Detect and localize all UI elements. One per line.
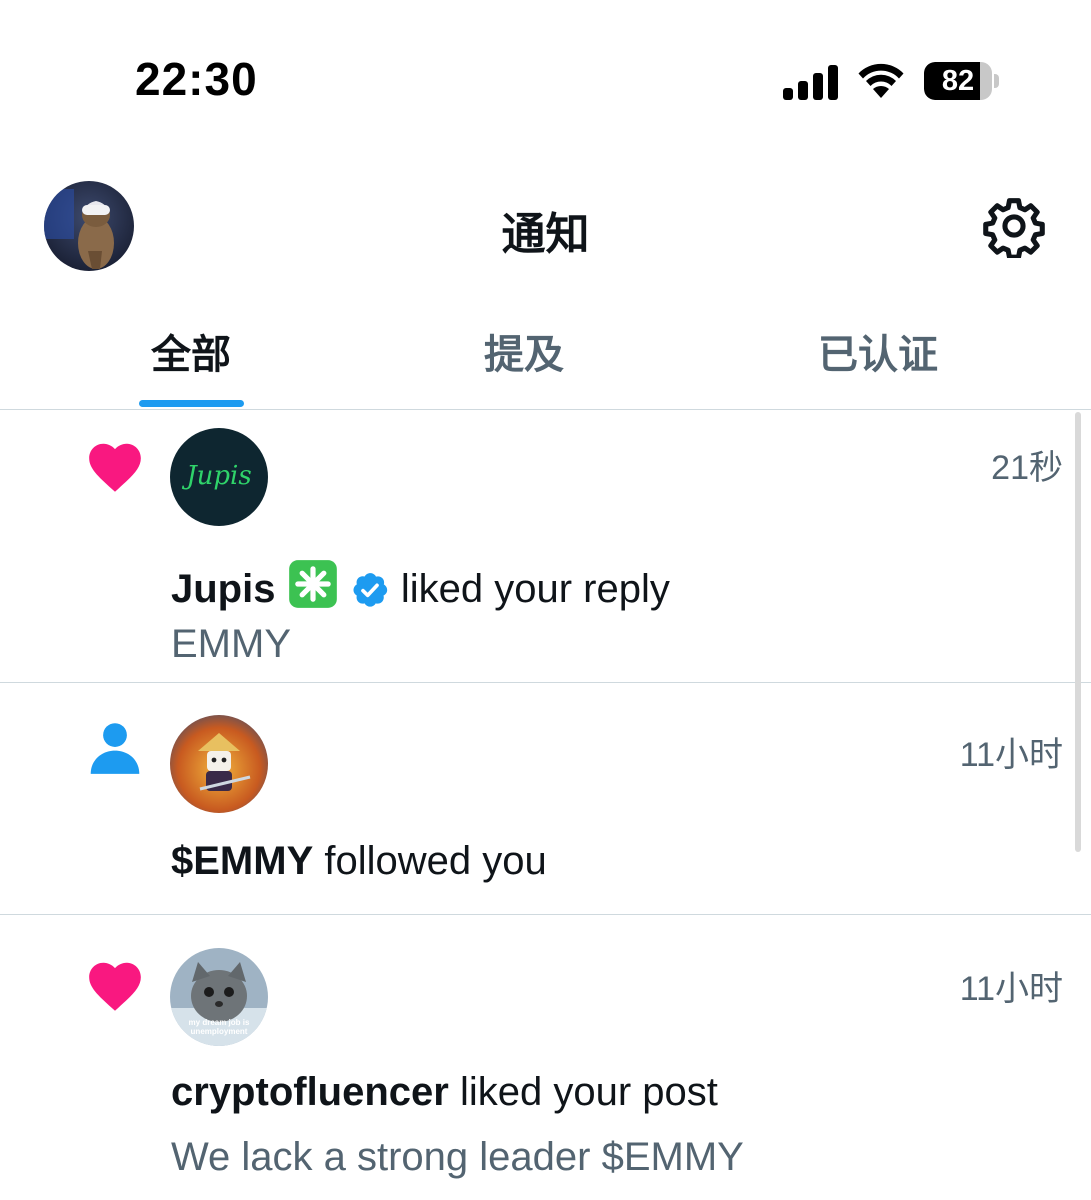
timestamp: 11小时 (959, 736, 1063, 774)
status-bar: 22:30 82 (0, 0, 1091, 150)
avatar[interactable]: Jupis (170, 428, 268, 526)
action-text: followed you (324, 839, 547, 883)
timestamp: 11小时 (959, 970, 1063, 1008)
verified-icon (350, 570, 390, 620)
battery-level: 82 (941, 65, 975, 97)
timestamp: 21秒 (991, 449, 1063, 487)
status-time: 22:30 (135, 53, 258, 105)
signal-icon (783, 65, 838, 100)
heart-icon (89, 962, 141, 1011)
person-icon (90, 723, 140, 774)
tab-mentions[interactable]: 提及 (484, 322, 564, 380)
notification-text: Jupis liked your reply (171, 558, 670, 620)
action-text: liked your reply (400, 567, 670, 611)
header: 通知 (0, 150, 1091, 300)
notification-text: $EMMY followed you (171, 839, 547, 884)
notification-text: cryptofluencer liked your post (171, 1070, 718, 1115)
battery-icon: 82 (924, 62, 1000, 100)
user-name[interactable]: $EMMY (171, 839, 313, 883)
user-name[interactable]: Jupis (171, 567, 275, 611)
avatar-logo-text: Jupis (181, 461, 251, 491)
notification-item[interactable]: Jupis 21秒 Jupis liked your reply EMMY (0, 410, 1091, 683)
gear-icon[interactable] (982, 194, 1046, 258)
tab-bar: 全部 提及 已认证 (0, 300, 1091, 410)
user-name[interactable]: cryptofluencer (171, 1070, 449, 1114)
scrollbar[interactable] (1075, 412, 1081, 852)
wifi-icon (858, 63, 904, 98)
heart-icon (89, 443, 141, 492)
avatar-caption: my dream job is unemployment (188, 1018, 250, 1036)
notification-subtext: We lack a strong leader $EMMY (171, 1135, 744, 1179)
avatar[interactable] (170, 715, 268, 813)
sparkle-badge-icon (287, 558, 339, 620)
action-text: liked your post (459, 1070, 718, 1114)
notification-item[interactable]: my dream job is unemployment 11小时 crypto… (0, 915, 1091, 1200)
tab-all[interactable]: 全部 (151, 322, 231, 380)
page-title: 通知 (501, 210, 590, 259)
tab-verified[interactable]: 已认证 (818, 322, 938, 380)
notification-item[interactable]: 11小时 $EMMY followed you (0, 683, 1091, 915)
notification-subtext: EMMY (171, 622, 291, 666)
active-tab-indicator (139, 400, 244, 407)
avatar[interactable]: my dream job is unemployment (170, 948, 268, 1046)
